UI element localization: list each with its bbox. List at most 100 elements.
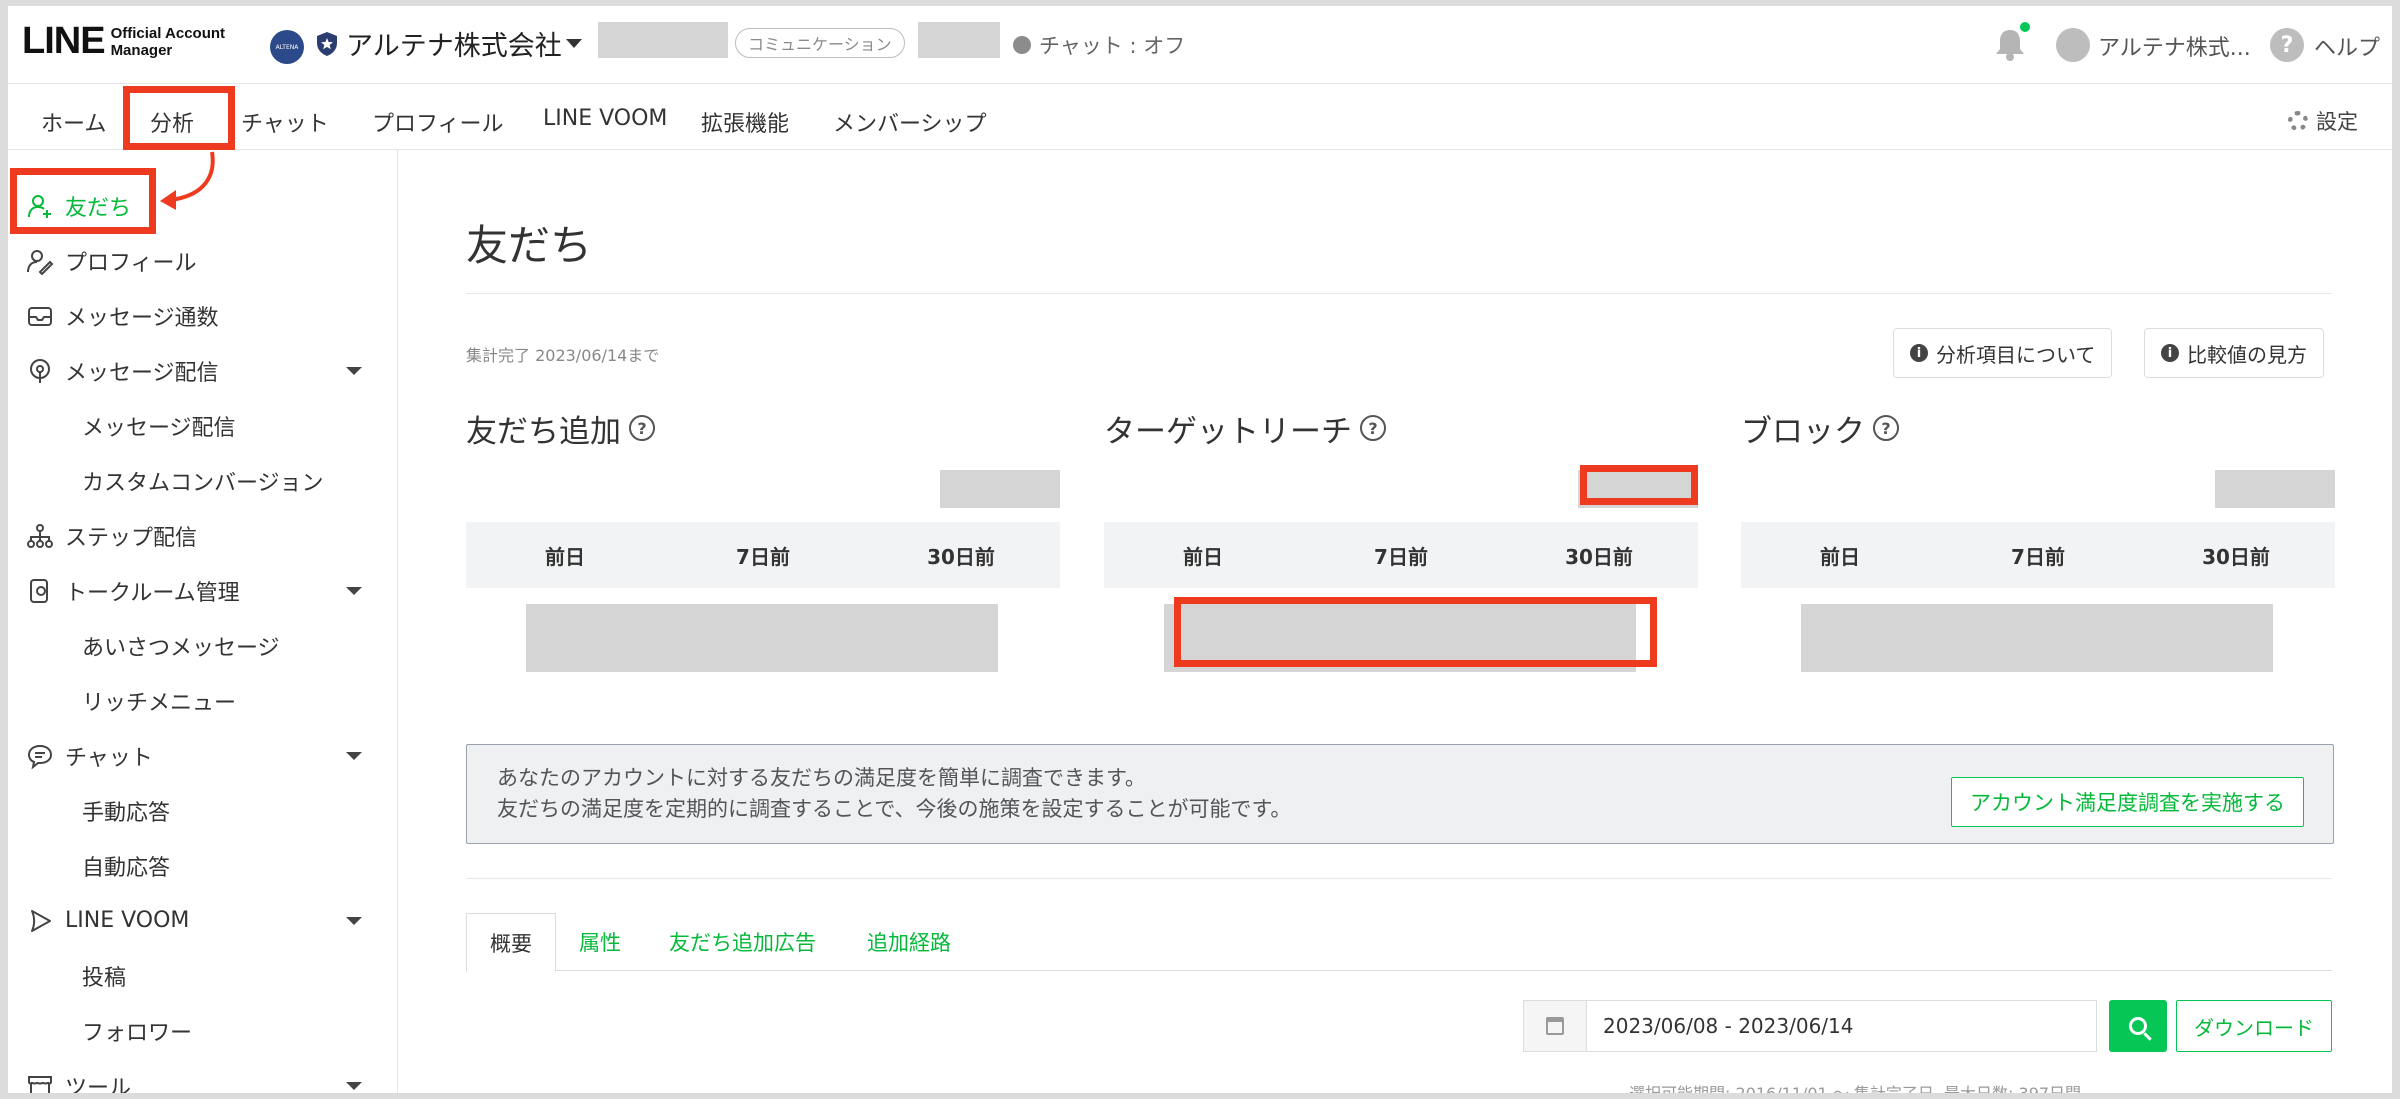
sidebar-item-label: あいさつメッセージ bbox=[82, 635, 280, 661]
nav-membership[interactable]: メンバーシップ bbox=[833, 106, 987, 138]
col-prev-day: 前日 bbox=[545, 544, 585, 569]
sidebar-item-label: 投稿 bbox=[82, 965, 127, 991]
download-button[interactable]: ダウンロード bbox=[2176, 1000, 2332, 1052]
metric-title-label: ターゲットリーチ bbox=[1104, 413, 1352, 450]
chevron-down-icon[interactable] bbox=[346, 1081, 362, 1090]
sidebar-item-step-delivery[interactable]: ステップ配信 bbox=[8, 508, 398, 563]
sidebar-item-message-count[interactable]: メッセージ通数 bbox=[8, 288, 398, 343]
sidebar: 友だち プロフィール メッセージ通数 メッセージ配信 メッセージ配信 カスタムコ… bbox=[8, 150, 398, 1093]
redacted-account-id bbox=[598, 22, 728, 58]
account-category-tag: コミュニケーション bbox=[735, 28, 905, 58]
sidebar-item-line-voom[interactable]: LINE VOOM bbox=[8, 893, 398, 948]
sidebar-item-label: プロフィール bbox=[65, 250, 197, 276]
metric-title: 友だち追加 ? bbox=[466, 406, 1060, 450]
app-window: LINE Official Account Manager ALTENA アルテ… bbox=[8, 6, 2392, 1093]
chat-bubble-icon bbox=[1013, 36, 1031, 54]
tab-attributes[interactable]: 属性 bbox=[579, 913, 621, 971]
chat-bubble-icon bbox=[27, 744, 53, 769]
notification-badge bbox=[2018, 20, 2032, 34]
tab-acquisition-routes[interactable]: 追加経路 bbox=[867, 913, 951, 971]
page-title: 友だち bbox=[466, 221, 593, 270]
question-icon[interactable]: ? bbox=[629, 415, 655, 441]
run-survey-button[interactable]: アカウント満足度調査を実施する bbox=[1951, 777, 2304, 827]
sidebar-subitem-auto-reply[interactable]: 自動応答 bbox=[8, 838, 398, 893]
sidebar-item-tools[interactable]: ツール bbox=[8, 1058, 398, 1093]
search-button[interactable] bbox=[2109, 1000, 2167, 1052]
annotation-arrow-icon bbox=[160, 151, 215, 210]
logo-subtitle: Official Account Manager bbox=[111, 25, 225, 59]
chat-status[interactable]: チャット : オフ bbox=[1013, 30, 1185, 60]
survey-line-1: あなたのアカウントに対する友だちの満足度を簡単に調査できます。 bbox=[497, 766, 1146, 790]
sidebar-item-label: 自動応答 bbox=[82, 855, 171, 881]
selectable-period-note: 選択可能期間: 2016/11/01 〜 集計完了日, 最大日数: 397日間 bbox=[1629, 1080, 2081, 1093]
annotation-box-analytics-tab bbox=[123, 86, 235, 150]
nav-line-voom[interactable]: LINE VOOM bbox=[543, 106, 667, 131]
search-icon bbox=[2129, 1017, 2147, 1035]
sidebar-item-profile[interactable]: プロフィール bbox=[8, 233, 398, 288]
calendar-icon-box[interactable] bbox=[1523, 1000, 1587, 1052]
date-range-picker[interactable]: 2023/06/08 - 2023/06/14 bbox=[1523, 1000, 2097, 1052]
nav-profile[interactable]: プロフィール bbox=[372, 106, 504, 138]
tab-overview[interactable]: 概要 bbox=[466, 913, 556, 972]
settings-link[interactable]: 設定 bbox=[2288, 106, 2358, 136]
logo-sub-2: Manager bbox=[110, 41, 173, 59]
logo-sub-1: Official Account bbox=[110, 24, 226, 42]
nav-chat[interactable]: チャット bbox=[241, 106, 329, 138]
chat-status-label: チャット : オフ bbox=[1039, 34, 1186, 58]
sidebar-subitem-greeting[interactable]: あいさつメッセージ bbox=[8, 618, 398, 673]
line-oam-logo[interactable]: LINE Official Account Manager bbox=[22, 20, 225, 63]
sidebar-item-chat[interactable]: チャット bbox=[8, 728, 398, 783]
chevron-down-icon[interactable] bbox=[346, 586, 362, 595]
comparison-guide-button[interactable]: i 比較値の見方 bbox=[2144, 328, 2324, 378]
redacted-metric-values bbox=[526, 604, 998, 672]
col-7-days: 7日前 bbox=[1374, 544, 1428, 569]
sidebar-item-label: 手動応答 bbox=[82, 800, 171, 826]
col-30-days: 30日前 bbox=[1565, 544, 1633, 569]
question-icon[interactable]: ? bbox=[1873, 415, 1899, 441]
nav-home[interactable]: ホーム bbox=[41, 106, 106, 138]
store-icon bbox=[28, 1075, 52, 1093]
broadcast-icon bbox=[30, 358, 50, 383]
sidebar-subitem-rich-menu[interactable]: リッチメニュー bbox=[8, 673, 398, 728]
voom-play-icon bbox=[31, 909, 51, 932]
account-name[interactable]: アルテナ株式会社 bbox=[346, 24, 562, 63]
chevron-down-icon[interactable] bbox=[346, 916, 362, 925]
logo-wordmark: LINE bbox=[22, 20, 106, 62]
col-7-days: 7日前 bbox=[2011, 544, 2065, 569]
divider bbox=[466, 293, 2332, 294]
info-icon: i bbox=[1910, 344, 1928, 362]
sidebar-subitem-manual-reply[interactable]: 手動応答 bbox=[8, 783, 398, 838]
user-name[interactable]: アルテナ株式... bbox=[2098, 30, 2251, 62]
aggregation-date: 集計完了 2023/06/14まで bbox=[466, 346, 660, 365]
sidebar-item-label: LINE VOOM bbox=[65, 908, 190, 933]
redacted-metric-total bbox=[940, 470, 1060, 508]
user-avatar-icon[interactable] bbox=[2056, 28, 2090, 62]
date-range-input[interactable]: 2023/06/08 - 2023/06/14 bbox=[1587, 1000, 2097, 1052]
sidebar-item-talkroom[interactable]: トークルーム管理 bbox=[8, 563, 398, 618]
sidebar-item-label: ツール bbox=[65, 1075, 132, 1094]
help-link[interactable]: ヘルプ bbox=[2314, 30, 2380, 62]
question-icon[interactable]: ? bbox=[1360, 415, 1386, 441]
sidebar-subitem-posts[interactable]: 投稿 bbox=[8, 948, 398, 1003]
annotation-box-reach-values bbox=[1174, 597, 1657, 667]
chevron-down-icon[interactable] bbox=[346, 751, 362, 760]
chevron-down-icon[interactable] bbox=[346, 366, 362, 375]
sidebar-subitem-message-delivery[interactable]: メッセージ配信 bbox=[8, 398, 398, 453]
about-metrics-button[interactable]: i 分析項目について bbox=[1893, 328, 2113, 378]
phone-chat-icon bbox=[30, 578, 48, 603]
hierarchy-icon bbox=[27, 523, 53, 548]
redacted-metric-values bbox=[1801, 604, 2273, 672]
help-icon[interactable]: ? bbox=[2270, 28, 2304, 62]
sidebar-subitem-custom-conversion[interactable]: カスタムコンバージョン bbox=[8, 453, 398, 508]
col-prev-day: 前日 bbox=[1820, 544, 1860, 569]
account-avatar[interactable]: ALTENA bbox=[270, 30, 304, 64]
tab-friend-ads[interactable]: 友だち追加広告 bbox=[669, 913, 816, 971]
sidebar-item-message-delivery[interactable]: メッセージ配信 bbox=[8, 343, 398, 398]
about-metrics-label: 分析項目について bbox=[1936, 342, 2096, 367]
account-dropdown-caret-icon[interactable] bbox=[566, 39, 582, 48]
sidebar-subitem-followers[interactable]: フォロワー bbox=[8, 1003, 398, 1058]
sidebar-item-label: リッチメニュー bbox=[82, 690, 237, 716]
nav-extensions[interactable]: 拡張機能 bbox=[701, 106, 789, 138]
col-30-days: 30日前 bbox=[2202, 544, 2270, 569]
metric-friends-added: 友だち追加 ? 前日 7日前 30日前 bbox=[466, 406, 1060, 672]
